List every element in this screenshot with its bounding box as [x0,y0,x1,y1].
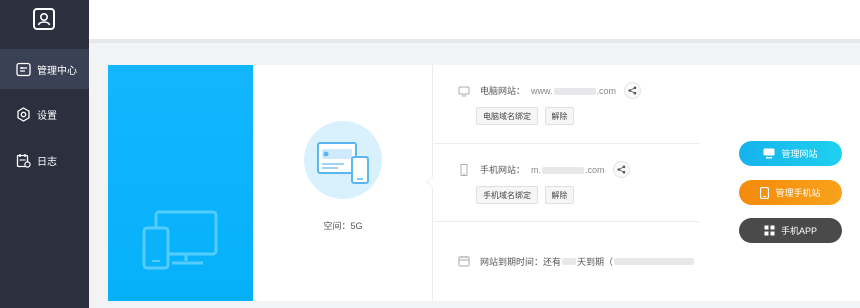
redacted-days [562,257,577,265]
mobile-app-label: 手机APP [780,226,817,236]
devices-illustration-icon [142,210,218,270]
mobile-share-button[interactable] [612,161,630,178]
sidebar-item-label: 管理中心 [37,65,77,77]
mobile-domain-bind-button[interactable]: 手机域名绑定 [476,186,538,204]
monitor-icon [763,148,775,159]
pc-site-label: 电脑网站： [480,86,526,96]
pc-domain-unbind-button[interactable]: 解除 [545,107,574,125]
mobile-app-button[interactable]: 手机APP [739,218,842,243]
pc-site-url[interactable]: www. .com [531,86,616,96]
divider [434,143,699,144]
sidebar-item-label: 设置 [37,110,57,122]
mobile-site-row: 手机网站： m. .com [458,161,630,178]
app-grid-icon [764,225,775,236]
mobile-domain-unbind-button[interactable]: 解除 [545,186,574,204]
user-profile-icon[interactable] [33,8,55,30]
sidebar-item-management-center[interactable]: 管理中心 [0,49,89,89]
phone-icon [460,163,468,176]
sidebar-item-log[interactable]: 日志 [0,140,89,180]
gear-icon [17,106,30,122]
top-header [89,0,860,39]
pc-share-button[interactable] [624,82,642,99]
divider [434,221,699,222]
mobile-site-url[interactable]: m. .com [531,165,605,175]
mobile-site-label: 手机网站： [480,165,526,175]
dashboard-icon [16,62,31,76]
manage-site-label: 管理网站 [781,149,818,159]
sidebar-item-settings[interactable]: 设置 [0,94,89,134]
calendar-icon [458,256,470,267]
site-preview-panel [108,65,253,301]
expiry-label: 网站到期时间：还有 [480,256,562,267]
calendar-log-icon [16,153,31,168]
monitor-icon [458,86,470,96]
sidebar-item-label: 日志 [37,156,57,168]
share-icon [628,86,637,95]
manage-mobile-site-button[interactable]: 管理手机站 [739,180,842,205]
website-illustration-icon [304,121,382,199]
pc-site-row: 电脑网站： www. .com [458,82,642,99]
expiry-suffix: 天到期（ [577,256,614,267]
header-divider [89,39,860,43]
manage-site-button[interactable]: 管理网站 [739,141,842,166]
expiry-row: 网站到期时间：还有 天到期（ [458,254,695,268]
redacted-date [614,257,695,265]
storage-space-label: 空间：5G [323,221,363,231]
phone-icon [760,186,770,199]
manage-mobile-site-label: 管理手机站 [775,188,821,198]
pc-domain-bind-button[interactable]: 电脑域名绑定 [476,107,538,125]
share-icon [617,165,625,174]
sidebar: 管理中心 设置 日志 [0,0,89,308]
